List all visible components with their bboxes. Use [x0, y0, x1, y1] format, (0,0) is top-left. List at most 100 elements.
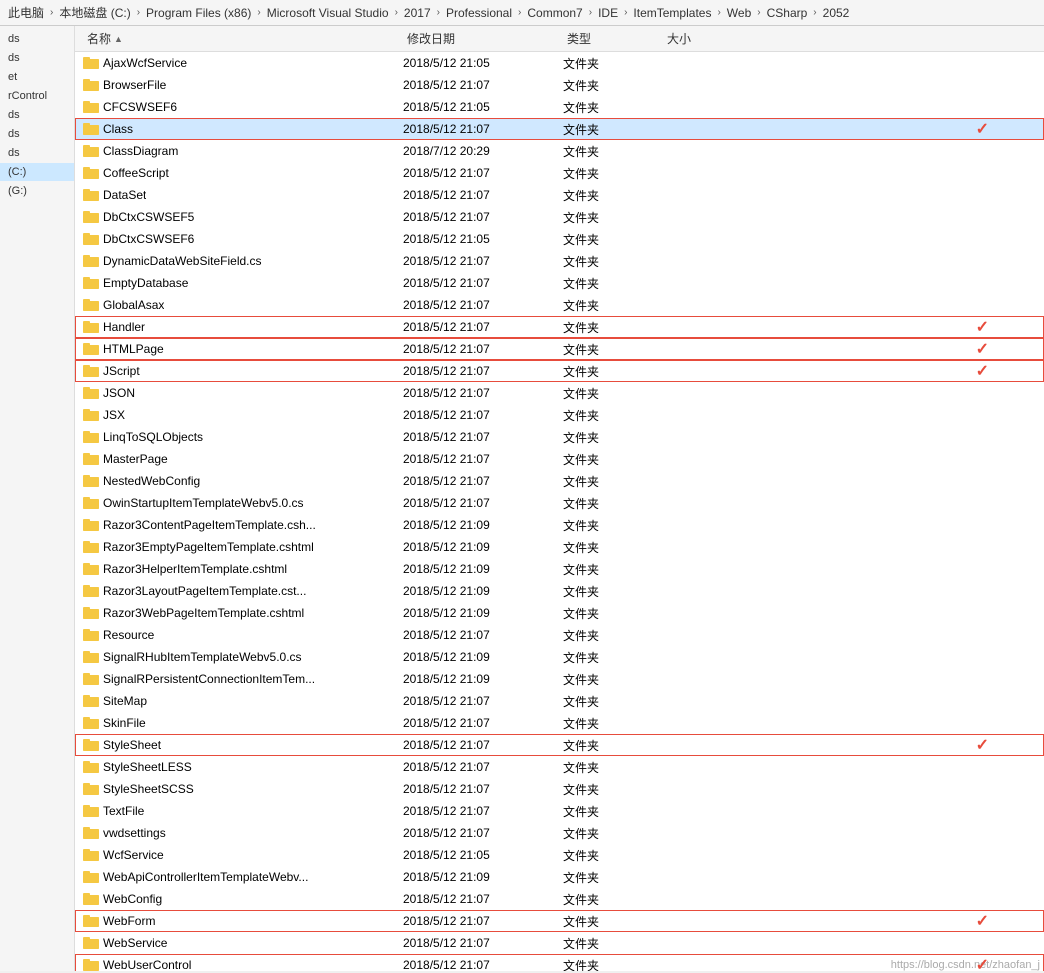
address-segment-2[interactable]: Program Files (x86) [146, 6, 251, 20]
address-bar[interactable]: 此电脑›本地磁盘 (C:)›Program Files (x86)›Micros… [0, 0, 1044, 26]
file-type-cell-15: 文件夹 [563, 385, 663, 402]
col-size[interactable]: 大小 [663, 26, 743, 51]
table-row[interactable]: BrowserFile2018/5/12 21:07文件夹 [75, 74, 1044, 96]
table-row[interactable]: WebUserControl2018/5/12 21:07文件夹✓ [75, 954, 1044, 971]
col-date[interactable]: 修改日期 [403, 26, 563, 51]
folder-icon [83, 56, 99, 70]
col-name[interactable]: 名称 ▲ [83, 26, 403, 51]
address-segment-3[interactable]: Microsoft Visual Studio [267, 6, 389, 20]
sidebar-item-8[interactable]: (G:) [0, 182, 74, 200]
sidebar-item-0[interactable]: ds [0, 30, 74, 48]
sidebar-item-4[interactable]: ds [0, 106, 74, 124]
table-row[interactable]: Razor3WebPageItemTemplate.cshtml2018/5/1… [75, 602, 1044, 624]
file-name-text: Razor3LayoutPageItemTemplate.cst... [103, 584, 306, 598]
sidebar-item-2[interactable]: et [0, 68, 74, 86]
address-arrow-8: › [717, 7, 720, 18]
table-row[interactable]: GlobalAsax2018/5/12 21:07文件夹 [75, 294, 1044, 316]
file-type-cell-10: 文件夹 [563, 275, 663, 292]
sidebar-item-1[interactable]: ds [0, 49, 74, 67]
file-name-text: Handler [103, 320, 145, 334]
table-row[interactable]: Handler2018/5/12 21:07文件夹✓ [75, 316, 1044, 338]
folder-icon [83, 166, 99, 180]
table-row[interactable]: NestedWebConfig2018/5/12 21:07文件夹 [75, 470, 1044, 492]
address-segment-11[interactable]: 2052 [823, 6, 850, 20]
file-date-cell-34: 2018/5/12 21:07 [403, 804, 563, 818]
sidebar-item-7[interactable]: (C:) [0, 163, 74, 181]
table-row[interactable]: EmptyDatabase2018/5/12 21:07文件夹 [75, 272, 1044, 294]
address-segment-9[interactable]: Web [727, 6, 751, 20]
table-row[interactable]: LinqToSQLObjects2018/5/12 21:07文件夹 [75, 426, 1044, 448]
file-type-cell-12: 文件夹 [563, 319, 663, 336]
table-row[interactable]: WcfService2018/5/12 21:05文件夹 [75, 844, 1044, 866]
file-date-cell-10: 2018/5/12 21:07 [403, 276, 563, 290]
table-row[interactable]: SkinFile2018/5/12 21:07文件夹 [75, 712, 1044, 734]
table-row[interactable]: DbCtxCSWSEF62018/5/12 21:05文件夹 [75, 228, 1044, 250]
table-row[interactable]: ClassDiagram2018/7/12 20:29文件夹 [75, 140, 1044, 162]
file-date-cell-40: 2018/5/12 21:07 [403, 936, 563, 950]
address-segment-7[interactable]: IDE [598, 6, 618, 20]
table-row[interactable]: CFCSWSEF62018/5/12 21:05文件夹 [75, 96, 1044, 118]
file-name-text: SignalRHubItemTemplateWebv5.0.cs [103, 650, 302, 664]
file-type-cell-2: 文件夹 [563, 99, 663, 116]
table-row[interactable]: OwinStartupItemTemplateWebv5.0.cs2018/5/… [75, 492, 1044, 514]
file-name-cell-41: WebUserControl [83, 958, 403, 971]
address-segment-5[interactable]: Professional [446, 6, 512, 20]
address-segment-8[interactable]: ItemTemplates [633, 6, 711, 20]
table-row[interactable]: JSON2018/5/12 21:07文件夹 [75, 382, 1044, 404]
table-row[interactable]: DbCtxCSWSEF52018/5/12 21:07文件夹 [75, 206, 1044, 228]
table-row[interactable]: StyleSheetSCSS2018/5/12 21:07文件夹 [75, 778, 1044, 800]
file-date-cell-19: 2018/5/12 21:07 [403, 474, 563, 488]
table-row[interactable]: StyleSheet2018/5/12 21:07文件夹✓ [75, 734, 1044, 756]
table-row[interactable]: TextFile2018/5/12 21:07文件夹 [75, 800, 1044, 822]
file-date-cell-8: 2018/5/12 21:05 [403, 232, 563, 246]
table-row[interactable]: WebConfig2018/5/12 21:07文件夹 [75, 888, 1044, 910]
table-row[interactable]: Razor3LayoutPageItemTemplate.cst...2018/… [75, 580, 1044, 602]
file-date-cell-13: 2018/5/12 21:07 [403, 342, 563, 356]
file-date-cell-22: 2018/5/12 21:09 [403, 540, 563, 554]
table-row[interactable]: Razor3ContentPageItemTemplate.csh...2018… [75, 514, 1044, 536]
table-row[interactable]: DataSet2018/5/12 21:07文件夹 [75, 184, 1044, 206]
table-row[interactable]: SignalRHubItemTemplateWebv5.0.cs 2018/5/1… [75, 646, 1044, 668]
table-row[interactable]: SiteMap2018/5/12 21:07文件夹 [75, 690, 1044, 712]
sidebar-item-5[interactable]: ds [0, 125, 74, 143]
file-name-cell-9: DynamicDataWebSiteField.cs [83, 254, 403, 268]
table-row[interactable]: AjaxWcfService2018/5/12 21:05文件夹 [75, 52, 1044, 74]
sidebar-item-6[interactable]: ds [0, 144, 74, 162]
file-type-cell-27: 文件夹 [563, 649, 663, 666]
file-date-cell-27: 2018/5/12 21:09 [403, 650, 563, 664]
table-row[interactable]: WebForm2018/5/12 21:07文件夹✓ [75, 910, 1044, 932]
col-type[interactable]: 类型 [563, 26, 663, 51]
table-row[interactable]: WebApiControllerItemTemplateWebv...2018/… [75, 866, 1044, 888]
address-segment-10[interactable]: CSharp [767, 6, 808, 20]
address-arrow-1: › [137, 7, 140, 18]
table-row[interactable]: vwdsettings2018/5/12 21:07文件夹 [75, 822, 1044, 844]
address-segment-6[interactable]: Common7 [527, 6, 582, 20]
address-segment-0[interactable]: 此电脑 [8, 4, 44, 21]
file-list[interactable]: AjaxWcfService2018/5/12 21:05文件夹 Browser… [75, 52, 1044, 971]
table-row[interactable]: StyleSheetLESS2018/5/12 21:07文件夹 [75, 756, 1044, 778]
file-date-cell-14: 2018/5/12 21:07 [403, 364, 563, 378]
file-name-cell-15: JSON [83, 386, 403, 400]
table-row[interactable]: Resource2018/5/12 21:07文件夹 [75, 624, 1044, 646]
file-date-cell-36: 2018/5/12 21:05 [403, 848, 563, 862]
table-row[interactable]: MasterPage2018/5/12 21:07文件夹 [75, 448, 1044, 470]
file-name-text: WebApiControllerItemTemplateWebv... [103, 870, 308, 884]
address-segment-4[interactable]: 2017 [404, 6, 431, 20]
checkmark-icon: ✓ [976, 955, 989, 971]
table-row[interactable]: JSX2018/5/12 21:07文件夹 [75, 404, 1044, 426]
table-row[interactable]: WebService2018/5/12 21:07文件夹 [75, 932, 1044, 954]
table-row[interactable]: JScript2018/5/12 21:07文件夹✓ [75, 360, 1044, 382]
file-name-cell-33: StyleSheetSCSS [83, 782, 403, 796]
file-date-cell-39: 2018/5/12 21:07 [403, 914, 563, 928]
folder-icon [83, 782, 99, 796]
table-row[interactable]: Class2018/5/12 21:07文件夹✓ [75, 118, 1044, 140]
file-name-cell-35: vwdsettings [83, 826, 403, 840]
sidebar-item-3[interactable]: rControl [0, 87, 74, 105]
table-row[interactable]: Razor3HelperItemTemplate.cshtml2018/5/12… [75, 558, 1044, 580]
table-row[interactable]: Razor3EmptyPageItemTemplate.cshtml2018/5… [75, 536, 1044, 558]
table-row[interactable]: SignalRPersistentConnectionItemTem...201… [75, 668, 1044, 690]
table-row[interactable]: CoffeeScript2018/5/12 21:07文件夹 [75, 162, 1044, 184]
table-row[interactable]: HTMLPage2018/5/12 21:07文件夹✓ [75, 338, 1044, 360]
table-row[interactable]: DynamicDataWebSiteField.cs2018/5/12 21:0… [75, 250, 1044, 272]
address-segment-1[interactable]: 本地磁盘 (C:) [59, 4, 130, 21]
